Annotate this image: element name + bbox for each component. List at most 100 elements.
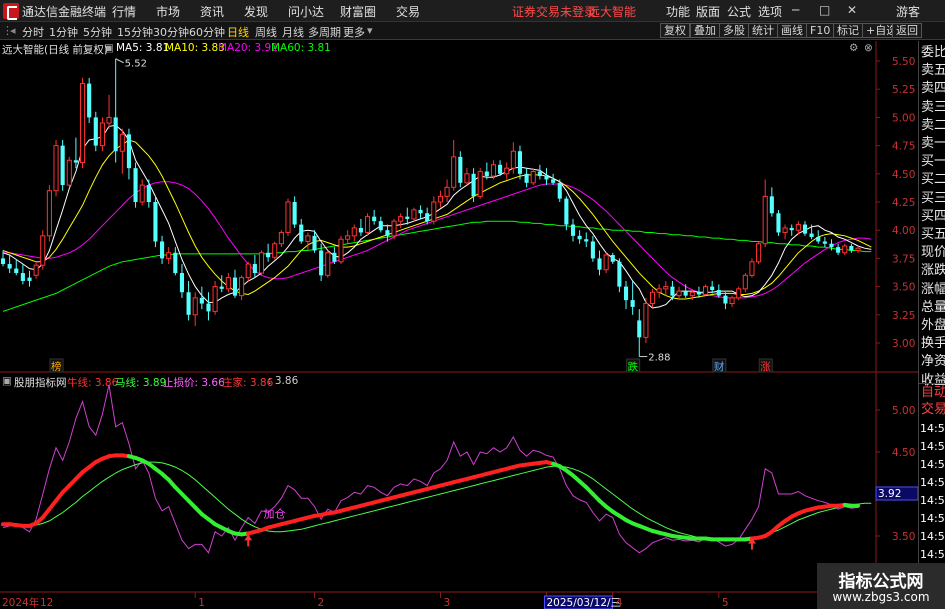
candle xyxy=(219,275,224,293)
candle xyxy=(444,179,450,202)
candle xyxy=(451,139,457,191)
candle xyxy=(258,250,265,276)
candle xyxy=(498,160,503,177)
time-axis-label: 2 xyxy=(318,597,325,609)
candle-body-up xyxy=(444,186,450,197)
candle-body-down xyxy=(590,241,595,259)
candle-body-down xyxy=(769,196,774,214)
ma20-line xyxy=(3,181,872,299)
candle xyxy=(206,292,211,321)
candle-body-down xyxy=(372,216,377,222)
event-marker-label: 涨 xyxy=(760,361,771,373)
candle-body-up xyxy=(258,252,265,274)
candle-body-up xyxy=(325,252,331,276)
candle xyxy=(802,221,808,236)
candle xyxy=(372,209,377,225)
candle-body-down xyxy=(816,236,821,242)
candle-body-up xyxy=(166,252,172,259)
candle-body-up xyxy=(782,227,788,233)
candle xyxy=(139,179,145,206)
candle xyxy=(584,232,589,248)
quote-item[interactable]: 卖五 xyxy=(921,63,945,79)
candle-body-up xyxy=(40,235,46,266)
candle xyxy=(703,284,709,296)
candle-body-down xyxy=(564,198,569,225)
candle-body-down xyxy=(113,117,118,152)
candle xyxy=(597,250,602,276)
candle xyxy=(723,292,728,310)
quote-item[interactable]: 买三 xyxy=(921,191,945,207)
quote-item[interactable]: 卖一 xyxy=(921,136,945,152)
candle xyxy=(530,168,536,186)
candle xyxy=(537,164,542,180)
quote-item[interactable]: 买二 xyxy=(921,172,945,188)
candle-body-down xyxy=(252,264,257,274)
candle xyxy=(822,236,827,248)
candle-body-down xyxy=(199,297,204,304)
watermark-badge: 指标公式网 www.zbgs3.com xyxy=(817,563,945,609)
candle xyxy=(398,213,404,228)
indicator-tick-label: 4.50 xyxy=(892,447,915,459)
candle-body-up xyxy=(676,290,682,297)
quote-item[interactable]: 卖二 xyxy=(921,118,945,134)
candle-body-up xyxy=(464,173,470,184)
candle-body-down xyxy=(160,241,165,259)
candle xyxy=(126,128,131,180)
candle-body-down xyxy=(179,273,185,293)
candle xyxy=(458,151,463,188)
candle xyxy=(656,284,662,298)
candle-body-down xyxy=(623,286,629,301)
candle-body-down xyxy=(610,255,615,262)
candle-body-down xyxy=(60,145,65,186)
quote-item[interactable]: 涨跌 xyxy=(921,263,945,279)
candle-body-down xyxy=(637,320,642,338)
candle-body-up xyxy=(795,224,801,231)
auto-trade-item[interactable]: 交易 xyxy=(921,402,945,418)
candle xyxy=(113,58,118,163)
quote-item[interactable]: 外盘 xyxy=(921,318,945,334)
candle xyxy=(418,205,423,219)
candle xyxy=(663,280,669,296)
quote-item[interactable]: 现价 xyxy=(921,245,945,261)
quote-item[interactable]: 卖四 xyxy=(921,81,945,97)
buy-arrow-icon xyxy=(244,534,253,547)
candle xyxy=(590,235,595,262)
candlesticks xyxy=(0,58,861,357)
chart-canvas[interactable]: 加仓 5.50 5.25 5.00 4.75 4.50 4.25 4.00 3.75 3.50 3… xyxy=(0,0,918,609)
candle xyxy=(849,243,854,253)
candle-body-down xyxy=(557,182,562,199)
candle-body-up xyxy=(139,184,145,203)
candle xyxy=(325,250,331,278)
quote-item[interactable]: 买四 xyxy=(921,209,945,225)
candle-body-up xyxy=(351,227,357,237)
candle-body-up xyxy=(736,288,742,299)
candle xyxy=(736,286,742,301)
auto-trade-item[interactable]: 自动 xyxy=(921,385,945,401)
candle xyxy=(477,168,483,199)
candle-body-down xyxy=(332,252,337,262)
candle xyxy=(173,247,178,276)
quote-item[interactable]: 买一 xyxy=(921,154,945,170)
candle xyxy=(272,241,278,260)
candle xyxy=(756,241,762,265)
candle-body-down xyxy=(93,117,98,146)
candle xyxy=(431,196,437,225)
candle-body-down xyxy=(524,173,529,183)
quote-item[interactable]: 换手 xyxy=(921,336,945,352)
candle-body-down xyxy=(425,213,430,222)
quote-item[interactable]: 委比 xyxy=(921,45,945,61)
candle xyxy=(836,243,841,256)
quote-item[interactable]: 总量 xyxy=(921,300,945,316)
candle xyxy=(266,243,271,262)
candle-body-down xyxy=(173,252,178,274)
quote-item[interactable]: 净资 xyxy=(921,354,945,370)
quote-item[interactable]: 涨幅 xyxy=(921,282,945,298)
candle-body-up xyxy=(79,83,86,164)
quote-item[interactable]: 买五 xyxy=(921,227,945,243)
candle-body-down xyxy=(716,289,721,296)
candle-body-up xyxy=(212,286,218,312)
candle xyxy=(676,286,682,301)
candle-body-down xyxy=(789,227,794,231)
event-marker-label: 榜 xyxy=(51,360,62,373)
quote-item[interactable]: 卖三 xyxy=(921,100,945,116)
